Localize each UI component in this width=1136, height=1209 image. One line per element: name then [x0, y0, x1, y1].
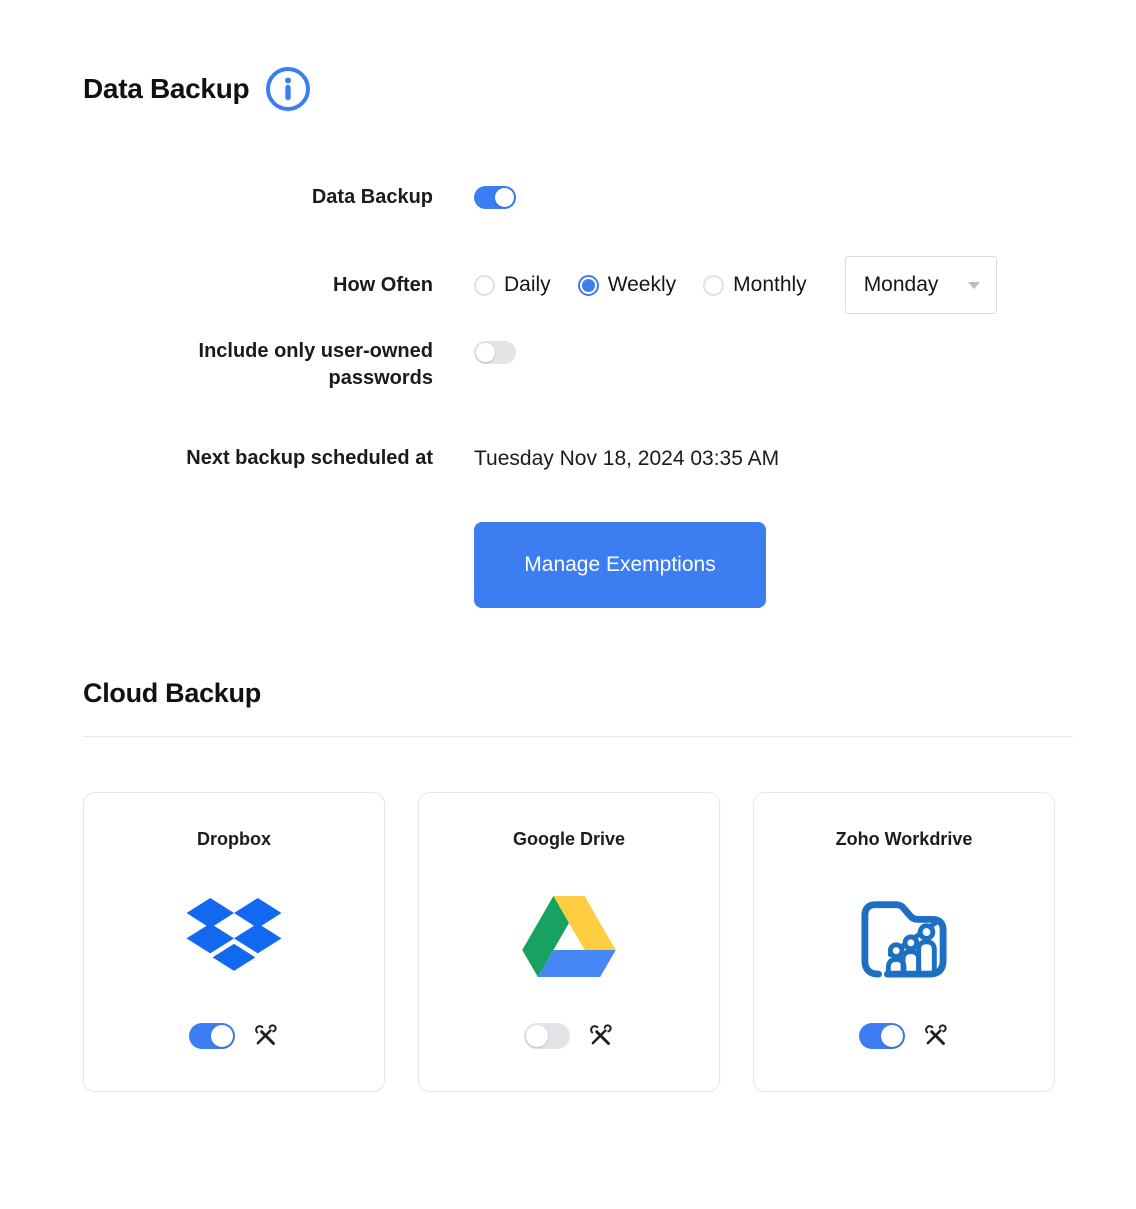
- data-backup-label: Data Backup: [83, 184, 433, 211]
- how-often-row: How Often Daily Weekly Monthly Monday: [83, 256, 1073, 314]
- radio-daily-label[interactable]: Daily: [504, 273, 551, 297]
- radio-monthly[interactable]: Monthly: [703, 273, 807, 297]
- radio-daily[interactable]: Daily: [474, 273, 551, 297]
- toggle-knob: [881, 1025, 903, 1047]
- toggle-knob: [495, 188, 514, 207]
- radio-monthly-label[interactable]: Monthly: [733, 273, 807, 297]
- provider-controls: [859, 1022, 949, 1049]
- dropbox-logo: [186, 850, 282, 1022]
- provider-card-zoho-workdrive: Zoho Workdrive: [753, 792, 1055, 1092]
- page-title: Data Backup: [83, 73, 249, 105]
- data-backup-row: Data Backup: [83, 184, 1073, 211]
- manage-exemptions-button[interactable]: Manage Exemptions: [474, 522, 766, 608]
- dropbox-toggle[interactable]: [189, 1023, 235, 1049]
- next-backup-row: Next backup scheduled at Tuesday Nov 18,…: [83, 445, 1073, 472]
- user-owned-label: Include only user-owned passwords: [83, 338, 433, 392]
- provider-controls: [524, 1022, 614, 1049]
- provider-name: Zoho Workdrive: [836, 829, 973, 850]
- chevron-down-icon: [968, 282, 980, 289]
- radio-weekly[interactable]: Weekly: [578, 273, 676, 297]
- zoho-workdrive-toggle[interactable]: [859, 1023, 905, 1049]
- provider-card-dropbox: Dropbox: [83, 792, 385, 1092]
- actions-row: Manage Exemptions: [83, 522, 1073, 608]
- tools-icon[interactable]: [922, 1022, 949, 1049]
- tools-icon[interactable]: [252, 1022, 279, 1049]
- radio-dot[interactable]: [474, 275, 495, 296]
- radio-weekly-label[interactable]: Weekly: [608, 273, 676, 297]
- day-of-week-select[interactable]: Monday: [845, 256, 997, 314]
- provider-card-google-drive: Google Drive: [418, 792, 720, 1092]
- next-backup-value: Tuesday Nov 18, 2024 03:35 AM: [474, 447, 779, 471]
- user-owned-toggle[interactable]: [474, 341, 516, 364]
- info-icon[interactable]: [264, 65, 312, 113]
- page-header: Data Backup: [83, 64, 1073, 114]
- tools-icon[interactable]: [587, 1022, 614, 1049]
- zoho-workdrive-logo: [855, 850, 953, 1022]
- data-backup-settings-page: Data Backup Data Backup How Often Daily: [0, 0, 1136, 1092]
- next-backup-label: Next backup scheduled at: [83, 445, 433, 472]
- data-backup-toggle[interactable]: [474, 186, 516, 209]
- google-drive-toggle[interactable]: [524, 1023, 570, 1049]
- frequency-radio-group: Daily Weekly Monthly: [474, 273, 807, 297]
- provider-cards: Dropbox: [83, 792, 1073, 1092]
- cloud-backup-title: Cloud Backup: [83, 678, 1073, 709]
- radio-dot[interactable]: [703, 275, 724, 296]
- provider-name: Google Drive: [513, 829, 625, 850]
- toggle-knob: [476, 343, 495, 362]
- toggle-knob: [526, 1025, 548, 1047]
- provider-name: Dropbox: [197, 829, 271, 850]
- day-select-value: Monday: [864, 273, 968, 297]
- user-owned-row: Include only user-owned passwords: [83, 338, 1073, 392]
- how-often-label: How Often: [83, 272, 433, 299]
- provider-controls: [189, 1022, 279, 1049]
- toggle-knob: [211, 1025, 233, 1047]
- section-divider: [83, 736, 1073, 737]
- google-drive-logo: [522, 850, 616, 1022]
- radio-dot[interactable]: [578, 275, 599, 296]
